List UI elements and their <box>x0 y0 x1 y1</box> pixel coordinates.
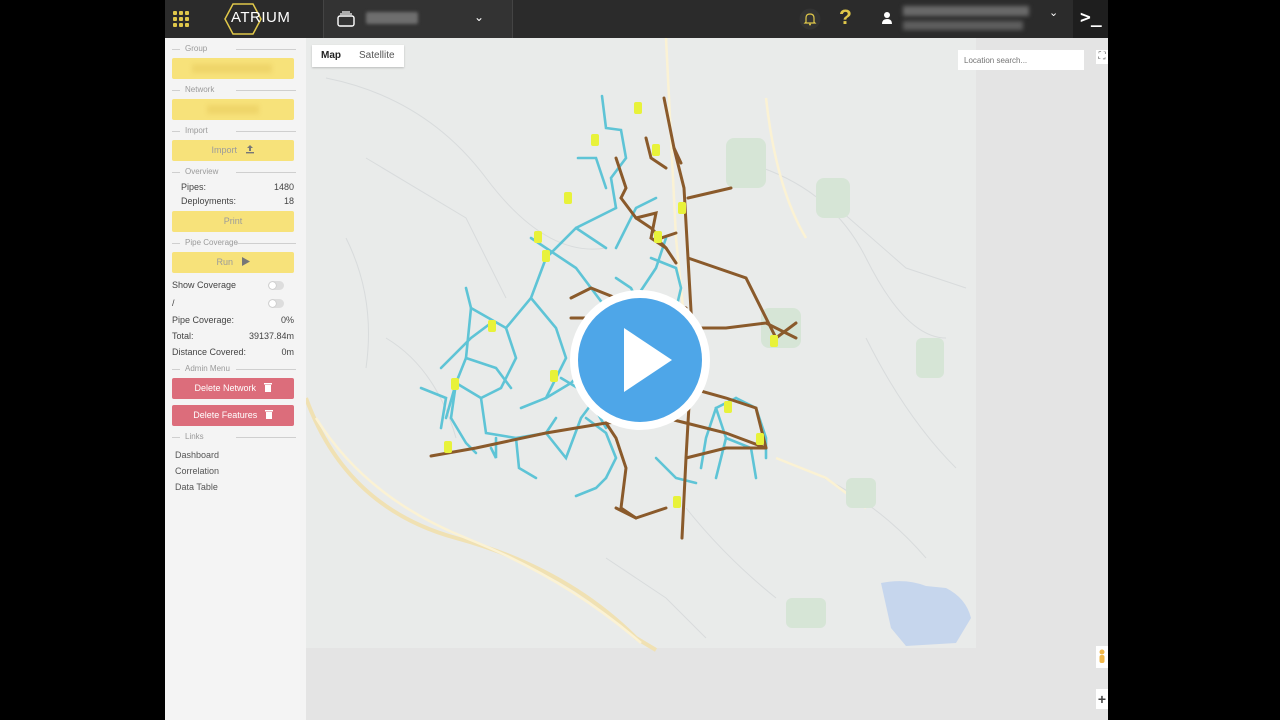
location-search-input[interactable] <box>958 50 1084 70</box>
run-button[interactable]: Run <box>172 252 294 273</box>
bell-icon[interactable] <box>799 8 821 30</box>
show-coverage-toggle[interactable] <box>268 281 284 290</box>
group-heading: Group <box>172 43 296 55</box>
zoom-in-button[interactable]: + <box>1096 689 1108 709</box>
link-correlation[interactable]: Correlation <box>175 466 219 476</box>
pipe-coverage-heading: Pipe Coverage <box>172 237 296 249</box>
map-type-tabs: Map Satellite <box>312 45 404 67</box>
letterbox-right <box>1108 0 1280 720</box>
sidebar: Group Network Import Import Overview Pip… <box>165 38 306 720</box>
layers-icon <box>337 11 355 27</box>
user-name-redacted <box>903 6 1029 16</box>
print-button[interactable]: Print <box>172 211 294 232</box>
fullscreen-icon[interactable]: ⛶ <box>1096 50 1108 64</box>
pipe-coverage-stat: Pipe Coverage: 0% <box>172 315 294 325</box>
admin-menu-heading: Admin Menu <box>172 363 296 375</box>
delete-network-button[interactable]: Delete Network <box>172 378 294 399</box>
user-menu-chevron-icon[interactable]: ⌄ <box>1049 6 1058 19</box>
delete-features-button[interactable]: Delete Features <box>172 405 294 426</box>
help-icon[interactable]: ? <box>839 6 852 30</box>
logo-text: ATRIUM <box>231 9 291 26</box>
links-heading: Links <box>172 431 296 443</box>
group-select[interactable] <box>172 58 294 79</box>
network-heading: Network <box>172 84 296 96</box>
map-canvas[interactable]: Map Satellite ⛶ + <box>306 38 1108 720</box>
terminal-icon: >_ <box>1080 7 1102 28</box>
deployments-stat: Deployments: 18 <box>181 196 294 206</box>
tab-map[interactable]: Map <box>312 45 350 67</box>
trash-icon <box>263 383 272 392</box>
video-frame: ATRIUM ⌄ ? ⌄ >_ Group Network Import Imp… <box>0 0 1280 720</box>
overview-heading: Overview <box>172 166 296 178</box>
tab-satellite[interactable]: Satellite <box>350 45 404 67</box>
show-coverage-row: Show Coverage <box>172 280 294 293</box>
pipes-stat: Pipes: 1480 <box>181 182 294 192</box>
console-button[interactable]: >_ <box>1073 0 1108 38</box>
secondary-toggle[interactable] <box>268 299 284 308</box>
link-data-table[interactable]: Data Table <box>175 482 218 492</box>
user-org-redacted <box>903 21 1023 30</box>
link-dashboard[interactable]: Dashboard <box>175 450 219 460</box>
total-stat: Total: 39137.84m <box>172 331 294 341</box>
trash-icon <box>264 410 273 419</box>
network-name-redacted <box>366 12 418 24</box>
network-select[interactable] <box>172 99 294 120</box>
upload-icon <box>245 145 254 154</box>
top-bar: ATRIUM ⌄ ? ⌄ >_ <box>165 0 1108 38</box>
street-view-pegman-icon[interactable] <box>1096 646 1108 668</box>
import-heading: Import <box>172 125 296 137</box>
play-icon <box>241 257 250 266</box>
network-selector[interactable]: ⌄ <box>323 0 513 38</box>
user-icon[interactable] <box>881 11 893 25</box>
import-button[interactable]: Import <box>172 140 294 161</box>
chevron-down-icon[interactable]: ⌄ <box>474 10 484 24</box>
grid-icon[interactable] <box>173 11 189 27</box>
slash-row: / <box>172 298 294 311</box>
distance-covered-stat: Distance Covered: 0m <box>172 347 294 357</box>
letterbox-left <box>0 0 165 720</box>
video-play-icon[interactable] <box>568 288 712 432</box>
